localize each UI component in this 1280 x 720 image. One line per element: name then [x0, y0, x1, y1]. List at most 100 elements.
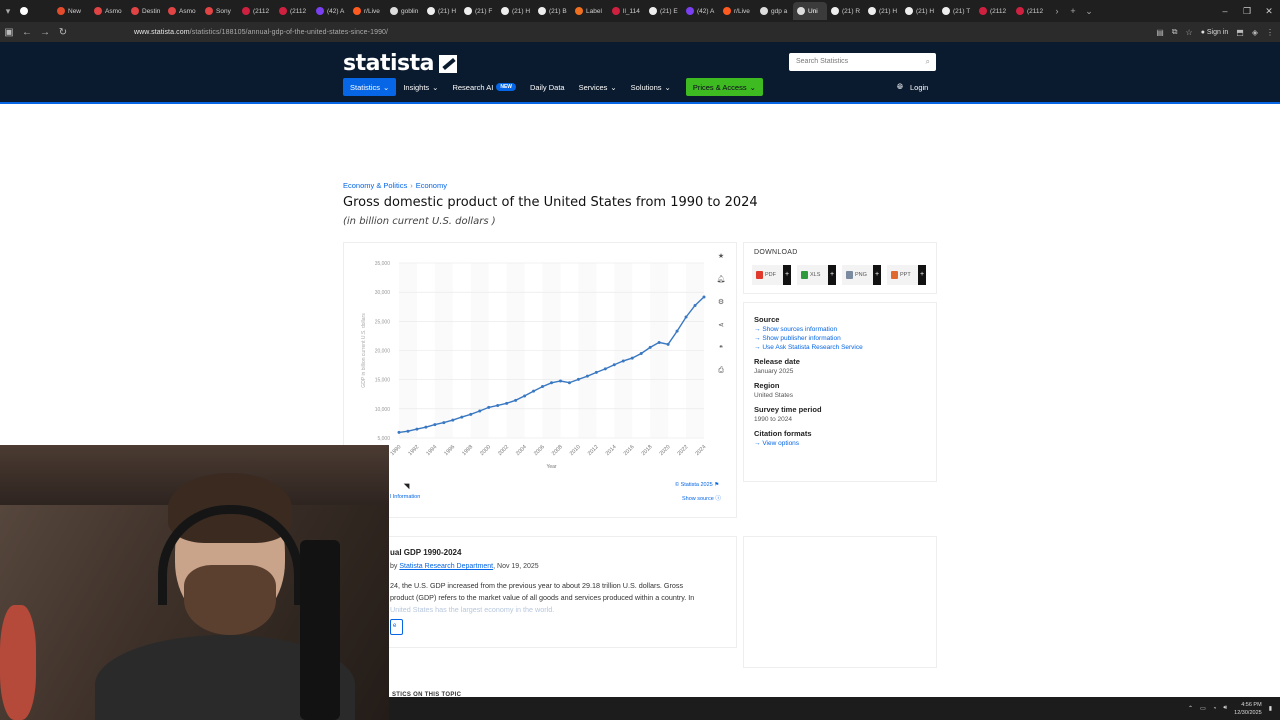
shield-icon[interactable]: ◈	[1252, 28, 1258, 37]
close-window-icon[interactable]: ✕	[1258, 6, 1280, 17]
browser-tab[interactable]: Asmo	[90, 2, 127, 20]
menu-icon[interactable]: ⋮	[1266, 28, 1274, 37]
plus-icon: +	[873, 265, 881, 285]
x-tick-label: 2016	[623, 444, 636, 457]
show-source-link[interactable]: Show source ⓘ	[682, 494, 721, 502]
browser-tab[interactable]: (21) H	[497, 2, 534, 20]
tab-list-chevron-icon[interactable]: ⌄	[1081, 6, 1097, 17]
browser-tab[interactable]: Destin	[127, 2, 164, 20]
browser-tab[interactable]: (21) E	[645, 2, 682, 20]
reader-icon[interactable]: ▤	[1156, 28, 1164, 37]
nav-item-insights[interactable]: Insights ⌄	[396, 78, 445, 96]
reload-icon[interactable]: ↻	[54, 27, 72, 38]
additional-information-link[interactable]: l Information	[390, 494, 420, 500]
browser-tab[interactable]: Asmo	[164, 2, 201, 20]
statista-logo[interactable]: statista	[343, 51, 457, 76]
ask-statista-link[interactable]: Use Ask Statista Research Service	[754, 344, 926, 351]
url-field[interactable]: www.statista.com/statistics/188105/annua…	[134, 29, 388, 36]
download-xls-button[interactable]: XLS +	[797, 265, 836, 285]
download-png-button[interactable]: PNG +	[842, 265, 881, 285]
search-placeholder: Search Statistics	[796, 58, 849, 65]
download-ppt-button[interactable]: PPT +	[887, 265, 926, 285]
show-sources-link[interactable]: Show sources information	[754, 326, 926, 333]
download-pdf-button[interactable]: PDF +	[752, 265, 791, 285]
tab-scroll-right-icon[interactable]: ›	[1049, 6, 1065, 16]
tab-search-icon[interactable]: ▾	[0, 6, 16, 17]
browser-tab[interactable]: (42) A	[312, 2, 349, 20]
tray-chevron-icon[interactable]: ⌃	[1188, 705, 1193, 712]
bell-icon[interactable]: 🔔︎	[715, 275, 727, 286]
nav-item-prices-access[interactable]: Prices & Access ⌄	[685, 78, 763, 96]
new-tab-icon[interactable]: +	[1065, 6, 1081, 16]
browser-tab[interactable]: Sony	[201, 2, 238, 20]
browser-tab[interactable]: (2112	[1012, 2, 1049, 20]
browser-tab[interactable]: New	[53, 2, 90, 20]
browser-tab[interactable]: (2112	[975, 2, 1012, 20]
statista-credit[interactable]: © Statista 2025 ⚑	[675, 482, 719, 488]
quote-icon[interactable]: ❝	[715, 344, 727, 355]
browser-tab[interactable]: ll_114	[608, 2, 645, 20]
author-link[interactable]: Statista Research Department	[399, 563, 493, 570]
browser-tab[interactable]: Label	[571, 2, 608, 20]
browser-tab[interactable]: r/Live	[349, 2, 386, 20]
clock[interactable]: 4:56 PM 12/30/2025	[1234, 701, 1262, 717]
browser-tab[interactable]: (21) F	[460, 2, 497, 20]
browser-tab[interactable]: (21) R	[827, 2, 864, 20]
tray-app-icon[interactable]: ▭	[1200, 705, 1206, 712]
nav-item-statistics[interactable]: Statistics ⌄	[343, 78, 397, 96]
browser-tab[interactable]: r/Live	[719, 2, 756, 20]
extensions-icon[interactable]: ⧉	[1172, 27, 1178, 37]
chart-toolbar: ★ 🔔︎ ⚙ ⋖ ❝ ⎙	[715, 252, 727, 378]
read-more-button[interactable]: e	[390, 619, 403, 635]
data-point	[702, 295, 706, 299]
browser-tab[interactable]: goblin	[386, 2, 423, 20]
data-point	[576, 377, 580, 381]
browser-tab[interactable]	[16, 2, 53, 20]
browser-tab[interactable]: (21) H	[901, 2, 938, 20]
forward-icon[interactable]: →	[36, 27, 54, 38]
bookmark-star-icon[interactable]: ☆	[1186, 28, 1193, 37]
globe-icon[interactable]: 🌐︎	[897, 82, 903, 92]
search-input[interactable]: Search Statistics ⌕	[789, 53, 936, 71]
search-icon[interactable]: ⌕	[926, 57, 930, 67]
print-icon[interactable]: ⎙	[715, 367, 727, 378]
profile-button[interactable]: ● Sign in	[1201, 29, 1229, 36]
notification-icon[interactable]: ▮	[1269, 705, 1272, 712]
browser-tab[interactable]: (21) T	[938, 2, 975, 20]
minimize-icon[interactable]: –	[1214, 6, 1236, 16]
extension-puzzle-icon[interactable]: ⬒	[1236, 28, 1244, 37]
browser-tab[interactable]: (42) A	[682, 2, 719, 20]
browser-tab[interactable]: (2112	[275, 2, 312, 20]
volume-icon[interactable]: 🔊︎	[1223, 705, 1227, 712]
browser-tab[interactable]: (21) H	[864, 2, 901, 20]
browser-tab[interactable]: Uni	[793, 2, 827, 20]
star-icon[interactable]: ★	[715, 252, 727, 263]
sidebar-toggle-icon[interactable]: ▣	[0, 27, 18, 38]
login-link[interactable]: Login	[910, 83, 928, 92]
breadcrumb-item[interactable]: Economy	[416, 181, 447, 190]
browser-tab[interactable]: gdp a	[756, 2, 793, 20]
tab-favicon-icon	[390, 7, 398, 15]
network-icon[interactable]: ◔	[1213, 706, 1217, 712]
tab-favicon-icon	[942, 7, 950, 15]
statistic-details: Source Show sources information Show pub…	[743, 302, 937, 482]
address-bar-actions: ▤ ⧉ ☆ ● Sign in ⬒ ◈ ⋮	[1156, 22, 1274, 42]
view-options-link[interactable]: View options	[754, 440, 926, 447]
x-tick-label: 2024	[695, 444, 708, 457]
back-icon[interactable]: ←	[18, 27, 36, 38]
nav-item-research-ai[interactable]: Research AI NEW	[445, 78, 523, 96]
gear-icon[interactable]: ⚙	[715, 298, 727, 309]
page-subtitle: (in billion current U.S. dollars )	[343, 216, 496, 227]
nav-item-label: Services	[578, 82, 608, 92]
browser-tab[interactable]: (21) B	[534, 2, 571, 20]
nav-item-services[interactable]: Services ⌄	[572, 78, 624, 96]
browser-tab[interactable]: (21) H	[423, 2, 460, 20]
nav-item-solutions[interactable]: Solutions ⌄	[624, 78, 678, 96]
show-publisher-link[interactable]: Show publisher information	[754, 335, 926, 342]
browser-tab[interactable]: (2112	[238, 2, 275, 20]
gdp-line-chart[interactable]: 5,000 10,000 15,000 20,000 25,000 30,000 35,00…	[344, 243, 738, 519]
share-icon[interactable]: ⋖	[715, 321, 727, 332]
breadcrumb-item[interactable]: Economy & Politics	[343, 181, 407, 190]
restore-icon[interactable]: ❐	[1236, 6, 1258, 17]
nav-item-daily-data[interactable]: Daily Data	[523, 78, 572, 96]
